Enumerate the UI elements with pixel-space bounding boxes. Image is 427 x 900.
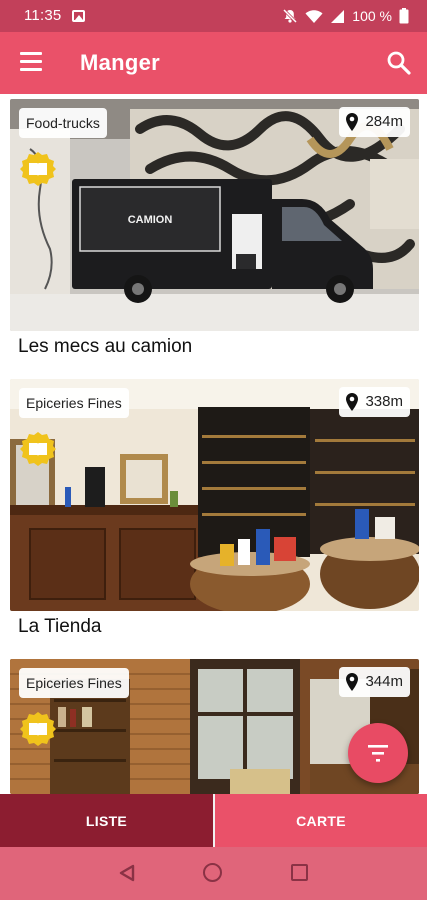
status-time: 11:35 [24, 7, 62, 24]
place-name: Les mecs au camion [18, 336, 193, 357]
book-icon[interactable] [20, 151, 56, 187]
home-icon[interactable] [203, 863, 222, 882]
distance-value: 338m [365, 393, 403, 410]
page-title: Manger [80, 50, 161, 75]
distance-chip: 344m [339, 667, 410, 697]
tab-liste[interactable]: LISTE [0, 794, 213, 847]
signal-icon [331, 9, 345, 23]
app-bar: Manger [0, 32, 427, 94]
tab-carte[interactable]: CARTE [215, 794, 427, 847]
wifi-icon [305, 9, 323, 23]
menu-icon[interactable] [20, 52, 44, 74]
place-name: La Tienda [18, 616, 102, 637]
search-icon[interactable] [385, 49, 413, 77]
card-photo[interactable]: CAMION Food-trucks 284m [10, 99, 419, 331]
system-nav-bar [0, 847, 427, 900]
place-list[interactable]: CAMION Food-trucks 284m Les mecs au cami… [0, 94, 427, 794]
place-card[interactable]: Epiceries Fines 338m La Tienda [10, 379, 419, 649]
location-pin-icon [346, 673, 359, 691]
filter-icon [368, 745, 388, 762]
distance-value: 284m [365, 113, 403, 130]
status-bar: 11:35 100 % [0, 0, 427, 32]
book-icon[interactable] [20, 431, 56, 467]
book-icon[interactable] [20, 711, 56, 747]
distance-chip: 284m [339, 107, 410, 137]
category-chip: Epiceries Fines [19, 388, 129, 418]
distance-chip: 338m [339, 387, 410, 417]
image-icon [72, 10, 85, 22]
mute-icon [283, 8, 298, 24]
truck-brand: CAMION [128, 214, 173, 226]
location-pin-icon [346, 113, 359, 131]
battery-icon [399, 8, 409, 24]
filter-fab-button[interactable] [348, 723, 408, 783]
category-chip: Epiceries Fines [19, 668, 129, 698]
place-card[interactable]: CAMION Food-trucks 284m Les mecs au cami… [10, 99, 419, 369]
view-tabs: LISTE CARTE [0, 794, 427, 847]
location-pin-icon [346, 393, 359, 411]
back-icon[interactable] [117, 863, 137, 883]
distance-value: 344m [365, 673, 403, 690]
category-chip: Food-trucks [19, 108, 107, 138]
recents-icon[interactable] [291, 864, 308, 881]
battery-percent: 100 % [352, 8, 392, 24]
status-icons: 100 % [282, 6, 409, 26]
card-photo[interactable]: Epiceries Fines 338m [10, 379, 419, 611]
